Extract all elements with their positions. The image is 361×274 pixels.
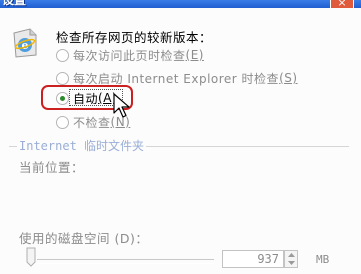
radio-never[interactable] — [56, 115, 69, 129]
ie-document-icon: e — [13, 28, 37, 58]
spin-up-button[interactable] — [285, 251, 297, 259]
option-every-visit[interactable]: 每次访问此页时检查 (E) — [56, 47, 204, 63]
option-hotkey: (E) — [185, 48, 204, 62]
disk-space-spinner[interactable] — [284, 250, 298, 268]
option-label: 不检查 — [73, 115, 111, 130]
disk-space-input[interactable]: 937 — [222, 250, 284, 268]
chevron-up-icon — [287, 253, 295, 257]
chevron-down-icon — [287, 261, 295, 265]
option-hotkey: (S) — [279, 71, 298, 85]
spin-down-button[interactable] — [285, 259, 297, 267]
current-location-label: 当前位置： — [19, 160, 85, 175]
window-title: 设置 — [2, 0, 27, 7]
option-label: 每次启动 Internet Explorer 时检查 — [73, 71, 280, 86]
disk-space-unit: MB — [316, 253, 330, 266]
title-bar[interactable]: 设置 × — [0, 0, 361, 8]
check-newer-heading: 检查所存网页的较新版本： — [56, 30, 213, 45]
close-button[interactable]: × — [330, 0, 354, 8]
disk-space-label: 使用的磁盘空间 (D)： — [19, 231, 149, 246]
disk-space-slider-track[interactable] — [37, 259, 214, 264]
option-every-start[interactable]: 每次启动 Internet Explorer 时检查 (S) — [56, 70, 298, 86]
radio-every-start[interactable] — [56, 71, 69, 85]
option-label: 每次访问此页时检查 — [73, 48, 186, 63]
temp-files-group-label: Internet 临时文件夹 — [17, 137, 147, 154]
mouse-pointer-icon — [113, 93, 130, 118]
radio-every-visit[interactable] — [56, 48, 69, 62]
disk-space-slider-thumb[interactable] — [26, 247, 36, 267]
